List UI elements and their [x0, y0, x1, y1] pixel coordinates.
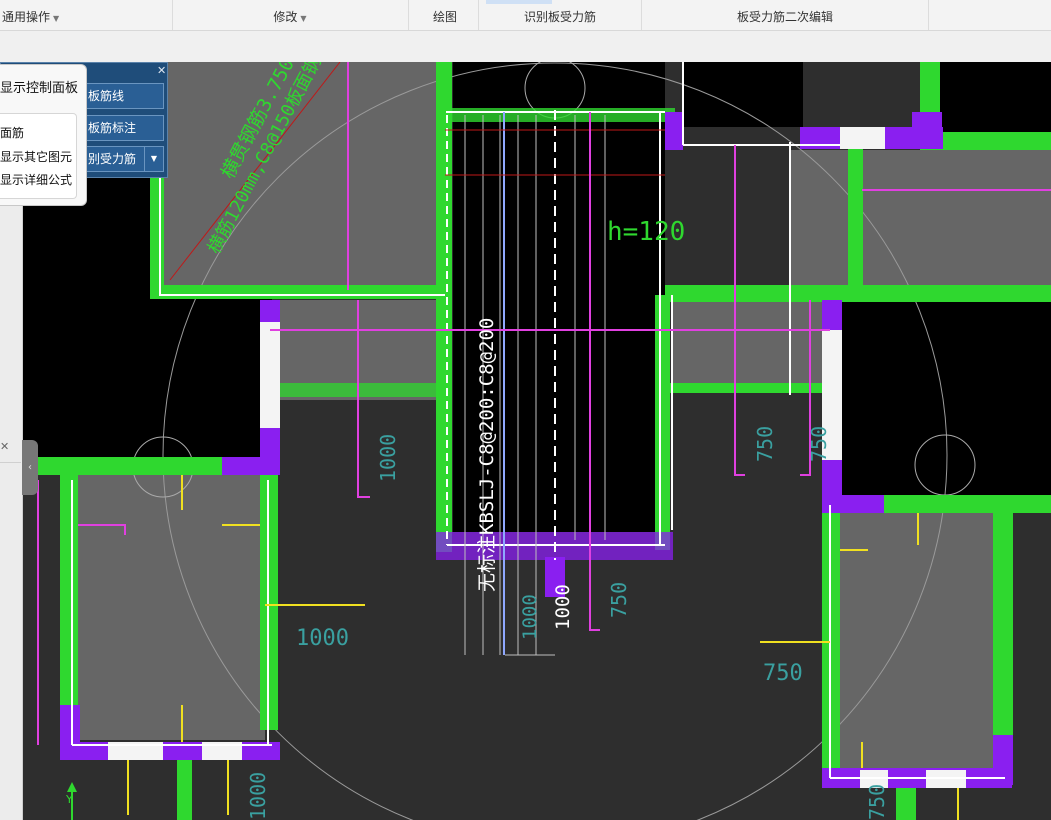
popup-title: 显示控制面板 — [0, 81, 79, 96]
dim-1000-c: 1000 — [519, 594, 541, 640]
close-icon[interactable]: ✕ — [0, 440, 9, 453]
chevron-down-icon: ▼ — [300, 14, 307, 23]
option-show-other[interactable]: 显示其它图元 — [0, 148, 72, 165]
rebar-line-button[interactable]: 板筋线 — [83, 83, 164, 109]
chevron-left-icon: ‹ — [28, 462, 32, 473]
identify-rebar-button[interactable]: 别受力筋 ▼ — [83, 146, 164, 172]
tab-draw[interactable]: 绘图 — [409, 0, 481, 30]
divider — [0, 462, 21, 463]
collapse-handle[interactable]: ‹ — [22, 440, 38, 495]
rebar-annotation-label: 板筋标注 — [88, 121, 137, 135]
draw-label: 绘图 — [432, 10, 457, 24]
edit-label: 板受力筋二次编辑 — [736, 10, 833, 24]
dim-750-c: 750 — [807, 426, 831, 462]
tab-identify-rebar[interactable]: 识别板受力筋 — [479, 0, 641, 30]
chevron-down-icon[interactable]: ▼ — [144, 147, 163, 171]
ribbon: 通用操作 ▼ 修改 ▼ 绘图 识别板受力筋 板受力筋二次编辑 — [0, 0, 1051, 31]
identify-rebar-label: 别受力筋 — [88, 152, 137, 166]
identify-label: 识别板受力筋 — [523, 10, 596, 24]
dim-1000-d: 1000 — [552, 584, 574, 630]
dim-1000-e: 1000 — [246, 772, 270, 820]
rebar-line-label: 板筋线 — [88, 89, 125, 103]
general-ops-label: 通用操作 — [2, 10, 51, 24]
slab-thickness-label: h=120 — [607, 217, 685, 247]
close-icon[interactable]: ✕ — [157, 64, 166, 77]
axis-y-label: Y — [65, 793, 73, 806]
option-top-rebar[interactable]: 面筋 — [0, 124, 24, 141]
tab-general-ops[interactable]: 通用操作 ▼ — [0, 0, 172, 30]
tab-modify[interactable]: 修改 ▼ — [173, 0, 407, 30]
option-show-formula[interactable]: 显示详细公式 — [0, 171, 72, 188]
dim-750-e: 750 — [865, 784, 889, 820]
popup-options: 面筋 显示其它图元 显示详细公式 — [0, 113, 77, 199]
chevron-down-icon: ▼ — [53, 14, 60, 23]
dim-1000-b: 1000 — [296, 626, 349, 651]
dim-750-d: 750 — [763, 661, 803, 686]
modify-label: 修改 — [273, 10, 298, 24]
tab-secondary-edit[interactable]: 板受力筋二次编辑 — [642, 0, 928, 30]
dim-750-b: 750 — [753, 426, 777, 462]
display-control-popup: 显示控制面板 面筋 显示其它图元 显示详细公式 — [0, 64, 87, 206]
rebar-annotation: 无标注KBSLJ-C8@200:C8@200 — [476, 318, 498, 592]
rebar-annotation-button[interactable]: 板筋标注 — [83, 115, 164, 141]
toolbar-strip — [0, 31, 1051, 63]
dim-1000-a: 1000 — [376, 434, 400, 482]
dim-750-a: 750 — [607, 582, 631, 618]
divider — [928, 0, 929, 30]
